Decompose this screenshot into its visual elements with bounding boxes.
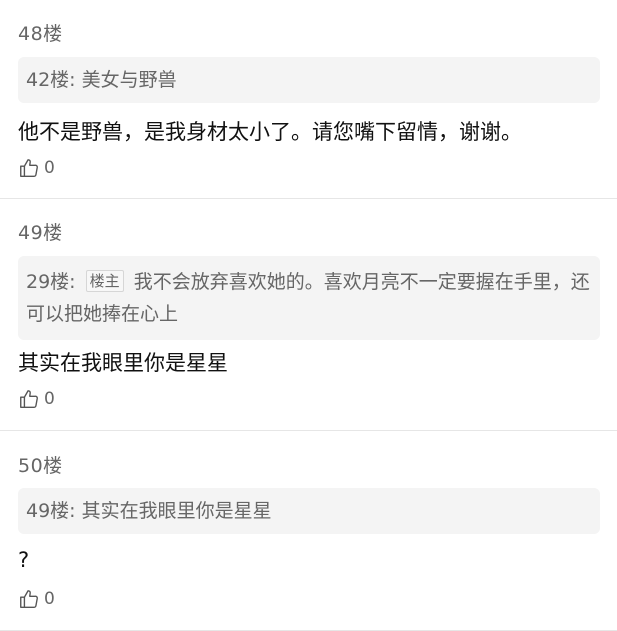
- thumbs-up-icon: [20, 590, 38, 608]
- like-count: 0: [44, 589, 55, 609]
- comment-body: ?: [18, 548, 30, 572]
- quote-text: 其实在我眼里你是星星: [81, 500, 272, 522]
- thumbs-up-icon: [20, 390, 38, 408]
- quote-floor-ref: 29楼:: [26, 271, 76, 293]
- quote-floor-ref: 42楼:: [26, 69, 76, 91]
- comment-item: 49楼 29楼: 楼主 我不会放弃喜欢她的。喜欢月亮不一定要握在手里，还可以把她…: [0, 199, 617, 431]
- like-button[interactable]: 0: [18, 588, 55, 610]
- quote-floor-ref: 49楼:: [26, 500, 76, 522]
- like-count: 0: [44, 389, 55, 409]
- floor-label: 49楼: [18, 222, 63, 244]
- quote-text: 美女与野兽: [81, 69, 177, 91]
- comment-item: 50楼 49楼: 其实在我眼里你是星星 ? 0: [0, 431, 617, 631]
- like-button[interactable]: 0: [18, 388, 55, 410]
- op-badge: 楼主: [85, 270, 124, 292]
- comment-body: 其实在我眼里你是星星: [18, 351, 228, 375]
- like-button[interactable]: 0: [18, 157, 55, 179]
- floor-label: 48楼: [18, 23, 63, 45]
- thumbs-up-icon: [20, 159, 38, 177]
- floor-label: 50楼: [18, 455, 63, 477]
- quoted-reply[interactable]: 29楼: 楼主 我不会放弃喜欢她的。喜欢月亮不一定要握在手里，还可以把她捧在心上: [18, 256, 600, 340]
- quoted-reply[interactable]: 49楼: 其实在我眼里你是星星: [18, 488, 600, 534]
- comment-body: 他不是野兽，是我身材太小了。请您嘴下留情，谢谢。: [18, 120, 522, 144]
- comment-item: 48楼 42楼: 美女与野兽 他不是野兽，是我身材太小了。请您嘴下留情，谢谢。 …: [0, 0, 617, 199]
- like-count: 0: [44, 158, 55, 178]
- quoted-reply[interactable]: 42楼: 美女与野兽: [18, 57, 600, 103]
